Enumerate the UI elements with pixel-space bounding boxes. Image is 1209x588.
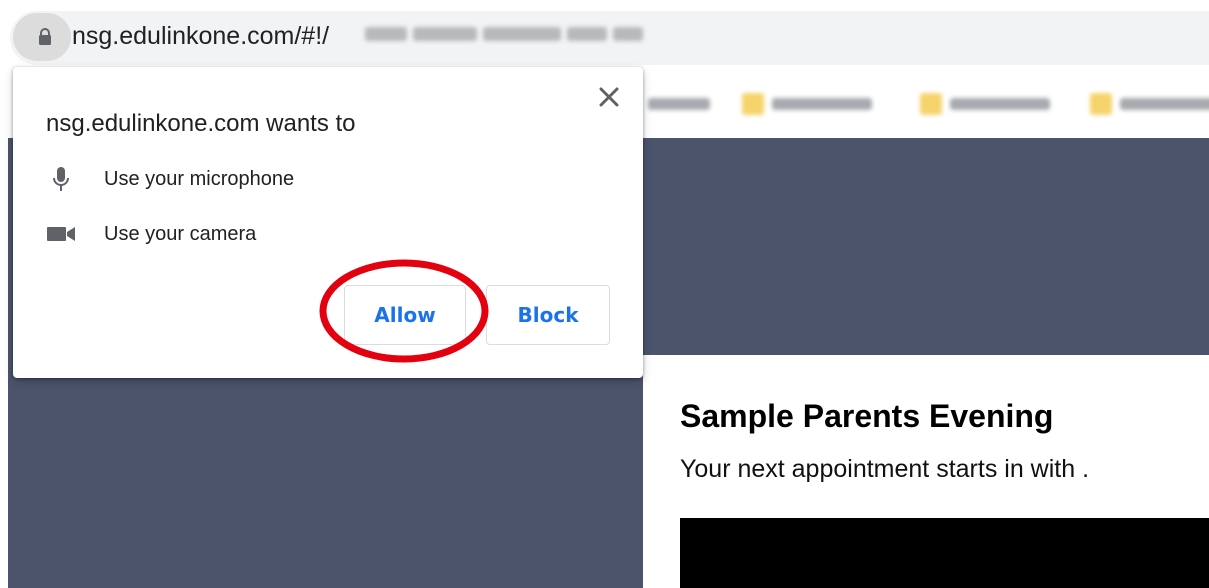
bookmark-item[interactable] bbox=[920, 90, 1050, 118]
camera-icon bbox=[47, 227, 75, 241]
bookmark-item[interactable] bbox=[648, 90, 710, 118]
close-icon[interactable] bbox=[595, 83, 623, 111]
block-button[interactable]: Block bbox=[486, 285, 610, 345]
permission-label: Use your microphone bbox=[104, 167, 295, 190]
browser-window: nsg.edulinkone.com/#!/ Sample Parents Ev… bbox=[0, 0, 1209, 588]
lock-icon bbox=[39, 28, 51, 45]
folder-icon bbox=[1090, 93, 1112, 115]
permission-label: Use your camera bbox=[104, 222, 257, 245]
popup-title: nsg.edulinkone.com wants to bbox=[46, 110, 356, 137]
page-title: Sample Parents Evening bbox=[680, 398, 1054, 434]
url-text: nsg.edulinkone.com/#!/ bbox=[72, 22, 330, 50]
appointment-status-text: Your next appointment starts in with . bbox=[680, 455, 1090, 483]
folder-icon bbox=[920, 93, 942, 115]
video-area bbox=[680, 518, 1209, 588]
permission-microphone: Use your microphone bbox=[46, 164, 294, 194]
bookmark-item[interactable] bbox=[742, 90, 872, 118]
allow-button[interactable]: Allow bbox=[344, 285, 466, 345]
folder-icon bbox=[742, 93, 764, 115]
permission-camera: Use your camera bbox=[46, 219, 256, 249]
microphone-icon bbox=[53, 167, 69, 191]
bookmark-item[interactable] bbox=[1090, 90, 1209, 118]
url-obscured-path bbox=[365, 27, 660, 41]
